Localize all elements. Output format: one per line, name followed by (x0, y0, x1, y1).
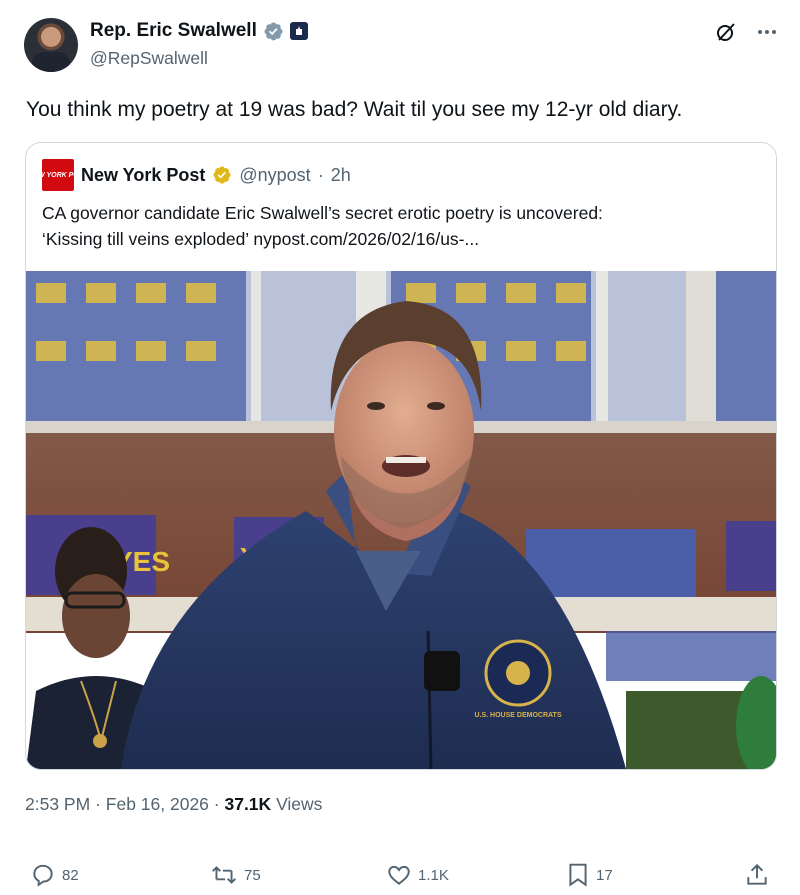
reply-icon (33, 864, 53, 887)
reply-count: 82 (62, 866, 79, 884)
verified-icon (213, 166, 231, 184)
author-avatar[interactable] (24, 18, 78, 72)
tweet-text: You think my poetry at 19 was bad? Wait … (26, 98, 683, 121)
government-icon (289, 22, 308, 40)
more-icon[interactable] (756, 21, 778, 43)
quoted-name[interactable]: New York Post (81, 165, 205, 186)
quoted-text-line-2: ‘Kissing till veins exploded’ nypost.com… (42, 229, 480, 249)
verified-icon (264, 22, 283, 40)
like-icon (388, 865, 410, 885)
share-icon (747, 863, 767, 885)
quoted-header: NEW YORK POST New York Post @nypost · 2h (28, 159, 351, 191)
bookmark-count: 17 (596, 866, 613, 884)
tweet-date[interactable]: Feb 16, 2026 (106, 794, 209, 814)
like-button[interactable]: 1.1K (386, 862, 449, 888)
quoted-tweet[interactable]: NEW YORK POST New York Post @nypost · 2h… (25, 142, 777, 770)
repost-icon (212, 866, 236, 884)
quoted-time[interactable]: 2h (331, 165, 351, 186)
meta-separator: · (213, 794, 220, 814)
author-name-row: Rep. Eric Swalwell (90, 20, 308, 42)
quoted-handle[interactable]: @nypost (239, 165, 310, 186)
quoted-separator: · (317, 164, 324, 185)
tweet-time[interactable]: 2:53 PM (25, 794, 90, 814)
views-label: Views (276, 794, 323, 814)
tweet-meta: 2:53 PM · Feb 16, 2026 · 37.1K Views (25, 794, 322, 815)
bookmark-icon (569, 863, 587, 887)
reply-button[interactable]: 82 (30, 862, 79, 888)
like-count: 1.1K (418, 866, 449, 884)
top-actions (714, 20, 778, 44)
patch-text: U.S. HOUSE DEMOCRATS (475, 712, 562, 719)
share-button[interactable] (744, 862, 770, 888)
action-bar: 82 75 1.1K 17 (0, 858, 800, 892)
author-handle[interactable]: @RepSwalwell (90, 48, 208, 69)
meta-separator: · (95, 794, 101, 814)
repost-count: 75 (244, 866, 261, 884)
author-name[interactable]: Rep. Eric Swalwell (90, 20, 257, 42)
quoted-text-line-1: CA governor candidate Eric Swalwell’s se… (42, 203, 603, 223)
views-count: 37.1K (224, 794, 272, 814)
repost-button[interactable]: 75 (210, 862, 261, 888)
quoted-photo[interactable]: YES YES U.S. HOUSE DEMOCRATS (26, 271, 776, 769)
nypost-logo[interactable]: NEW YORK POST (28, 159, 88, 191)
grok-icon[interactable] (714, 20, 738, 44)
quoted-text: CA governor candidate Eric Swalwell’s se… (42, 200, 762, 252)
bookmark-button[interactable]: 17 (566, 862, 613, 888)
